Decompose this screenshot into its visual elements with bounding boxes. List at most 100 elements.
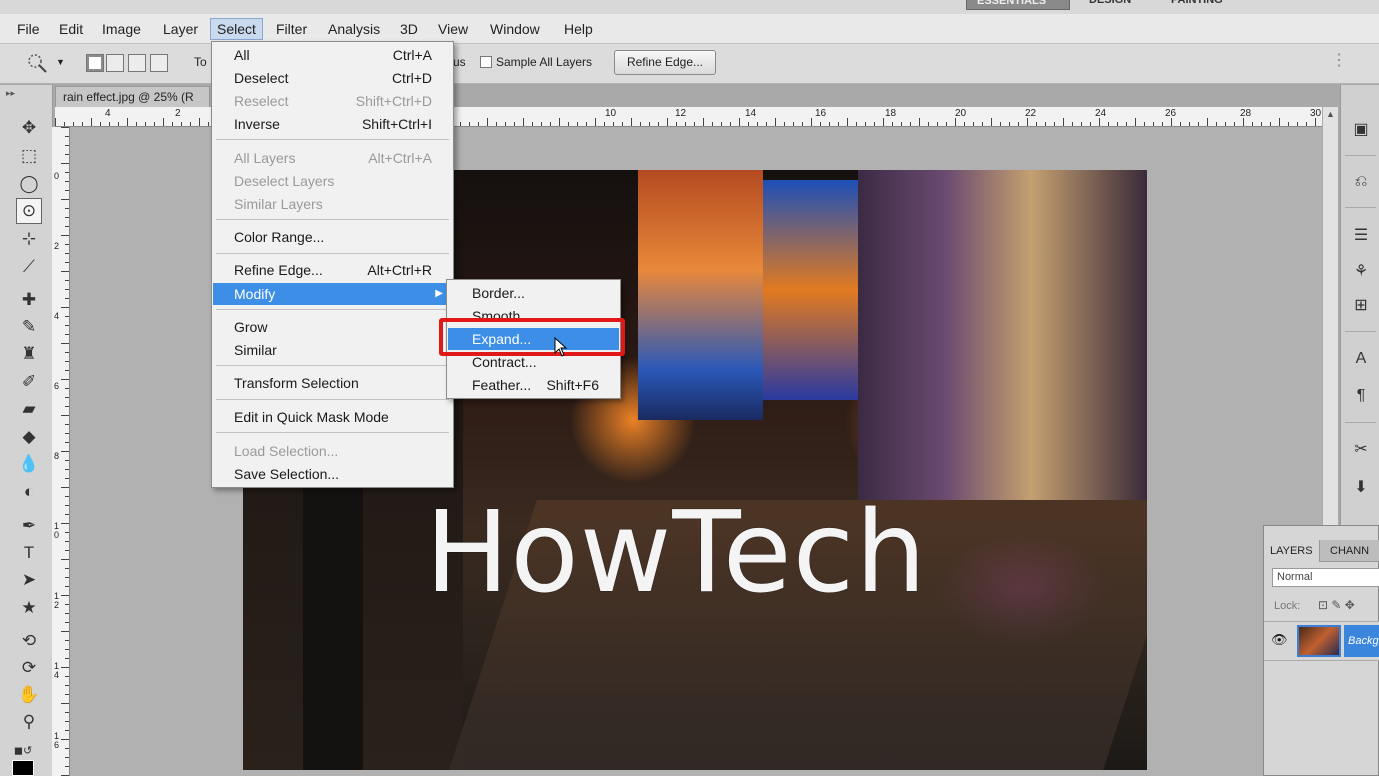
brush-tool-icon[interactable]: ✎ [16,314,42,340]
ruler-tick [154,122,155,126]
paragraph-icon[interactable]: ¶ [1349,384,1373,408]
menu-filter[interactable]: Filter [270,20,313,38]
quick-selection-tool-icon[interactable]: ⊙ [16,198,42,224]
pen-tool-icon[interactable]: ✒ [16,513,42,539]
clone-source-icon[interactable]: ⬇ [1349,475,1373,499]
tool-preset-arrow-icon[interactable]: ▼ [56,57,65,67]
layer-name[interactable]: Backg [1344,625,1379,657]
eraser-tool-icon[interactable]: ▰ [16,396,42,422]
lock-icons[interactable]: ⊡ ✎ ✥ [1318,598,1355,612]
menu-item-modify[interactable]: Modify ▶ [213,283,452,305]
menu-item-reselect[interactable]: Reselect Shift+Ctrl+D [213,90,452,112]
masks-icon[interactable]: ⚘ [1349,259,1373,283]
crop-tool-icon[interactable]: ⊹ [16,226,42,252]
tab-layers[interactable]: LAYERS [1264,540,1320,562]
menu-view[interactable]: View [432,20,474,38]
character-icon[interactable]: A [1349,347,1373,371]
dock-separator [1345,207,1376,208]
menu-item-refine-edge[interactable]: Refine Edge... Alt+Ctrl+R [213,259,452,281]
menu-window[interactable]: Window [484,20,546,38]
menu-select[interactable]: Select [210,18,263,40]
ruler-tick [61,739,69,740]
workspace-painting[interactable]: PAINTING [1171,0,1223,10]
ruler-tick [559,118,560,126]
ruler-tick [1099,118,1100,126]
clone-stamp-tool-icon[interactable]: ♜ [16,341,42,367]
ruler-tick [65,514,69,515]
panel-collapse-icon[interactable]: ▸▸ [6,88,15,99]
refine-edge-button[interactable]: Refine Edge... [614,50,716,75]
dodge-tool-icon[interactable]: ◐ [16,479,42,505]
paint-bucket-tool-icon[interactable]: ◆ [16,424,42,450]
document-tab[interactable]: rain effect.jpg @ 25% (R [55,86,210,107]
tool-presets-icon[interactable]: ✂ [1349,437,1373,461]
ruler-tick [65,757,69,758]
ruler-tick [784,122,785,126]
3d-rotate-tool-icon[interactable]: ⟲ [16,628,42,654]
menu-item-all[interactable]: All Ctrl+A [213,44,452,66]
visibility-eye-icon[interactable]: 👁 [1271,632,1288,648]
blend-mode-select[interactable]: Normal [1272,568,1379,587]
new-selection-mode-icon[interactable] [86,54,104,72]
menu-item-transform-selection[interactable]: Transform Selection [213,372,452,394]
zoom-tool-icon[interactable]: ⚲ [16,709,42,735]
ruler-tick [91,118,92,126]
eyedropper-tool-icon[interactable]: ⟋ [16,254,42,280]
menu-item-similar-layers[interactable]: Similar Layers [213,193,452,215]
styles-icon[interactable]: ⊞ [1349,293,1373,317]
sample-all-layers-checkbox[interactable] [480,56,492,68]
history-icon[interactable]: ⎌ [1349,170,1373,194]
shape-tool-icon[interactable]: ★ [16,595,42,621]
marquee-tool-icon[interactable]: ⬚ [16,143,42,169]
type-tool-icon[interactable]: T [16,540,42,566]
menu-item-similar[interactable]: Similar [213,339,452,361]
ruler-tick [847,118,848,126]
ruler-tick [65,289,69,290]
scroll-up-icon[interactable]: ▲ [1326,109,1335,119]
foreground-color-swatch[interactable] [12,760,34,776]
menu-file[interactable]: File [11,20,46,38]
menu-item-border[interactable]: Border... [448,282,619,304]
healing-brush-tool-icon[interactable]: ✚ [16,287,42,313]
ruler-tick [478,122,479,126]
quick-selection-tool-icon[interactable] [26,52,50,74]
menu-3d[interactable]: 3D [394,20,424,38]
menu-item-grow[interactable]: Grow [213,316,452,338]
path-selection-tool-icon[interactable]: ➤ [16,567,42,593]
3d-orbit-tool-icon[interactable]: ⟳ [16,655,42,681]
layer-row-background[interactable]: 👁 Backg [1264,621,1379,661]
menu-edit[interactable]: Edit [53,20,89,38]
workspace-essentials[interactable]: ESSENTIALS [966,0,1070,10]
blur-tool-icon[interactable]: 💧 [16,451,42,477]
menu-item-load-selection[interactable]: Load Selection... [213,440,452,462]
menu-analysis[interactable]: Analysis [322,20,386,38]
ruler-tick [919,118,920,126]
ruler-tick [65,469,69,470]
mini-bridge-icon[interactable]: ▣ [1349,117,1373,141]
hand-tool-icon[interactable]: ✋ [16,682,42,708]
ruler-tick [748,122,749,126]
menu-item-all-layers[interactable]: All Layers Alt+Ctrl+A [213,147,452,169]
menu-item-feather[interactable]: Feather... Shift+F6 [448,374,619,396]
workspace-design[interactable]: DESIGN [1089,0,1131,10]
menu-image[interactable]: Image [96,20,147,38]
add-to-selection-mode-icon[interactable] [106,54,124,72]
tab-channels[interactable]: CHANN [1324,540,1375,562]
sample-all-layers-label: Sample All Layers [496,55,593,69]
menu-item-inverse[interactable]: Inverse Shift+Ctrl+I [213,113,452,135]
howtech-text-selection[interactable]: HowTech [425,497,927,609]
menu-layer[interactable]: Layer [157,20,204,38]
lasso-tool-icon[interactable]: ◯ [16,171,42,197]
menu-help[interactable]: Help [558,20,599,38]
history-brush-tool-icon[interactable]: ✐ [16,369,42,395]
menu-item-deselect[interactable]: Deselect Ctrl+D [213,67,452,89]
intersect-selection-mode-icon[interactable] [150,54,168,72]
menu-item-quick-mask[interactable]: Edit in Quick Mask Mode [213,406,452,428]
menu-item-color-range[interactable]: Color Range... [213,226,452,248]
subtract-selection-mode-icon[interactable] [128,54,146,72]
adjustments-icon[interactable]: ☰ [1349,223,1373,247]
ruler-tick [65,721,69,722]
menu-item-deselect-layers[interactable]: Deselect Layers [213,170,452,192]
menu-item-save-selection[interactable]: Save Selection... [213,463,452,485]
move-tool-icon[interactable]: ✥ [16,115,42,141]
